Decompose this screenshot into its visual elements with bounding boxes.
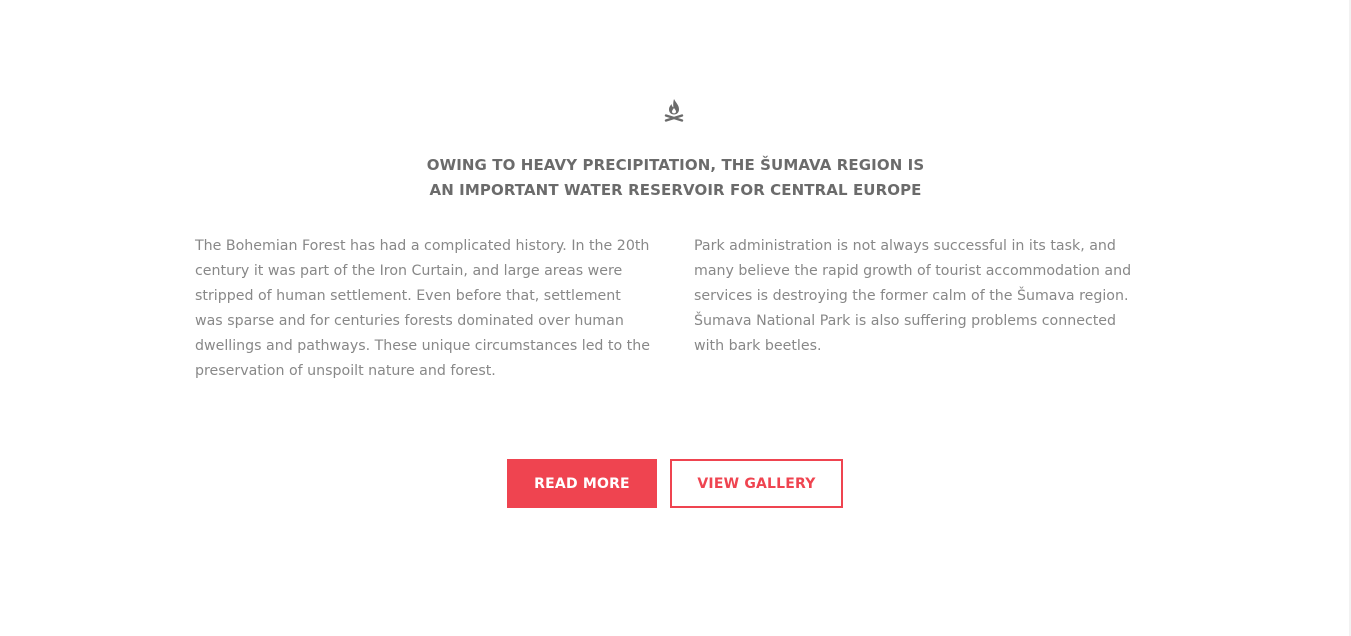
paragraph-line: dwellings and pathways. These unique cir… — [195, 338, 650, 354]
history-paragraph: The Bohemian Forest has had a complicate… — [195, 234, 675, 384]
heading-line: AN IMPORTANT WATER RESERVOIR FOR CENTRAL… — [429, 181, 922, 199]
paragraph-line: Šumava National Park is also suffering p… — [694, 313, 1117, 329]
paragraph-line: was sparse and for centuries forests dom… — [195, 313, 624, 329]
read-more-button[interactable]: READ MORE — [507, 459, 657, 508]
heading-line: OWING TO HEAVY PRECIPITATION, THE ŠUMAVA… — [426, 156, 925, 174]
paragraph-line: century it was part of the Iron Curtain,… — [195, 263, 623, 279]
section-heading: OWING TO HEAVY PRECIPITATION, THE ŠUMAVA… — [300, 153, 1051, 203]
campfire-icon — [663, 98, 685, 124]
park-administration-paragraph: Park administration is not always succes… — [694, 234, 1164, 359]
paragraph-line: Park administration is not always succes… — [694, 238, 1116, 254]
paragraph-line: many believe the rapid growth of tourist… — [694, 263, 1132, 279]
paragraph-line: with bark beetles. — [694, 338, 822, 354]
paragraph-line: services is destroying the former calm o… — [694, 288, 1129, 304]
paragraph-line: The Bohemian Forest has had a complicate… — [195, 238, 650, 254]
paragraph-line: stripped of human settlement. Even befor… — [195, 288, 621, 304]
view-gallery-button[interactable]: VIEW GALLERY — [670, 459, 843, 508]
paragraph-line: preservation of unspoilt nature and fore… — [195, 363, 496, 379]
